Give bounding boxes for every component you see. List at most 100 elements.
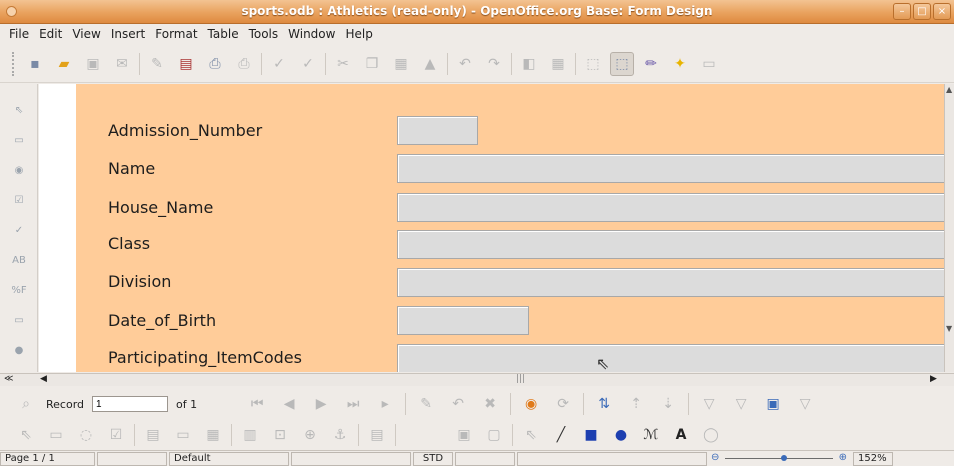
redo-icon[interactable]: ↷: [482, 52, 506, 76]
scroll-down-icon[interactable]: ▼: [946, 324, 952, 333]
data-sources-icon[interactable]: ▭: [697, 52, 721, 76]
scroll-right-icon[interactable]: ▶: [930, 374, 937, 384]
vertical-scrollbar[interactable]: ▲ ▼: [944, 84, 954, 372]
add-field-icon[interactable]: ▦: [201, 423, 225, 447]
check-mark-icon[interactable]: ✓: [8, 220, 30, 240]
previous-record-icon[interactable]: ◀: [277, 392, 301, 416]
email-icon[interactable]: ✉: [110, 52, 134, 76]
text-tool-icon[interactable]: A: [669, 423, 693, 447]
save-record-icon[interactable]: ✎: [414, 392, 438, 416]
edit-icon[interactable]: ✎: [145, 52, 169, 76]
sort-descending-icon[interactable]: ⇣: [656, 392, 680, 416]
checkbox-tool-icon[interactable]: ☑: [104, 423, 128, 447]
tab-order-icon[interactable]: ▥: [238, 423, 262, 447]
field-date-of-birth[interactable]: [397, 306, 529, 335]
menu-edit[interactable]: Edit: [34, 24, 67, 44]
option-button-icon[interactable]: ◉: [8, 160, 30, 180]
label-date-of-birth[interactable]: Date_of_Birth: [108, 311, 216, 330]
menu-tools[interactable]: Tools: [244, 24, 284, 44]
refresh-control-icon[interactable]: ⟳: [551, 392, 575, 416]
minimize-button[interactable]: –: [893, 3, 911, 20]
print-preview-icon[interactable]: ⎙: [232, 52, 256, 76]
push-button-icon[interactable]: ▭: [8, 130, 30, 150]
ellipse-tool-icon[interactable]: ●: [609, 423, 633, 447]
control-wizard-icon[interactable]: ⬚: [581, 52, 605, 76]
delete-record-icon[interactable]: ✖: [478, 392, 502, 416]
check-box-icon[interactable]: ☑: [8, 190, 30, 210]
rectangle-tool-icon[interactable]: ■: [579, 423, 603, 447]
autofilter-icon[interactable]: ▽: [697, 392, 721, 416]
apply-filter-icon[interactable]: ▽: [729, 392, 753, 416]
autospell-icon[interactable]: ✓: [296, 52, 320, 76]
horizontal-scrollbar[interactable]: ≪ ◀ ||| ▶: [0, 373, 954, 386]
label-name[interactable]: Name: [108, 159, 155, 178]
pointer-tool-icon[interactable]: ⇖: [519, 423, 543, 447]
new-icon[interactable]: ▪: [23, 52, 47, 76]
select-icon[interactable]: ⇖: [8, 100, 30, 120]
format-paintbrush-icon[interactable]: ▲: [418, 52, 442, 76]
label-house-name[interactable]: House_Name: [108, 198, 213, 217]
toolbar-grip[interactable]: [12, 51, 16, 76]
activation-order-icon[interactable]: ⊡: [268, 423, 292, 447]
status-mode[interactable]: STD: [413, 451, 453, 466]
select-tool-icon[interactable]: ⇖: [14, 423, 38, 447]
status-zoom[interactable]: 152%: [853, 451, 893, 466]
menu-help[interactable]: Help: [340, 24, 377, 44]
field-house-name[interactable]: [397, 193, 944, 222]
refresh-icon[interactable]: ◉: [519, 392, 543, 416]
menu-insert[interactable]: Insert: [106, 24, 150, 44]
scroll-up-icon[interactable]: ▲: [946, 85, 952, 94]
open-icon[interactable]: ▰: [52, 52, 76, 76]
spellcheck-icon[interactable]: ✓: [267, 52, 291, 76]
field-admission-number[interactable]: [397, 116, 478, 145]
field-division[interactable]: [397, 268, 944, 297]
sort-icon[interactable]: ⇅: [592, 392, 616, 416]
form-properties-icon[interactable]: ▤: [141, 423, 165, 447]
menu-table[interactable]: Table: [203, 24, 244, 44]
label-class[interactable]: Class: [108, 234, 150, 253]
paste-icon[interactable]: ▦: [389, 52, 413, 76]
undo-record-icon[interactable]: ↶: [446, 392, 470, 416]
menu-format[interactable]: Format: [150, 24, 202, 44]
option-tool-icon[interactable]: ◌: [74, 423, 98, 447]
snap-grid-icon[interactable]: ⊕: [298, 423, 322, 447]
button-icon[interactable]: ▭: [8, 310, 30, 330]
first-record-icon[interactable]: ⏮: [245, 392, 269, 416]
line-tool-icon[interactable]: ╱: [549, 423, 573, 447]
pdf-icon[interactable]: ▤: [174, 52, 198, 76]
cut-icon[interactable]: ✂: [331, 52, 355, 76]
navigator-icon[interactable]: ◧: [517, 52, 541, 76]
text-box-icon[interactable]: AB: [8, 250, 30, 270]
label-admission-number[interactable]: Admission_Number: [108, 121, 262, 140]
scroll-thumb-grip[interactable]: |||: [516, 374, 525, 384]
field-participating-itemcodes[interactable]: [397, 344, 944, 372]
next-record-icon[interactable]: ▶: [309, 392, 333, 416]
last-record-icon[interactable]: ⏭: [341, 392, 365, 416]
sort-ascending-icon[interactable]: ⇡: [624, 392, 648, 416]
zoom-thumb[interactable]: [781, 454, 787, 461]
undo-icon[interactable]: ↶: [453, 52, 477, 76]
collapse-icon[interactable]: ≪: [4, 374, 13, 384]
menu-view[interactable]: View: [67, 24, 105, 44]
anchor-icon[interactable]: ⚓: [328, 423, 352, 447]
freeform-tool-icon[interactable]: ℳ: [639, 423, 663, 447]
star-icon[interactable]: ✦: [668, 52, 692, 76]
form-area[interactable]: Admission_Number Name House_Name Class D…: [76, 84, 944, 372]
radio-icon[interactable]: ●: [8, 340, 30, 360]
menu-file[interactable]: File: [4, 24, 34, 44]
zoom-slider[interactable]: ⊖ ⊕: [709, 452, 849, 466]
send-back-icon[interactable]: ▢: [482, 423, 506, 447]
push-button-tool-icon[interactable]: ▭: [44, 423, 68, 447]
formatted-field-icon[interactable]: %F: [8, 280, 30, 300]
zoom-out-icon[interactable]: ⊖: [711, 452, 719, 463]
design-canvas[interactable]: Admission_Number Name House_Name Class D…: [39, 84, 944, 372]
zoom-in-icon[interactable]: ⊕: [839, 452, 847, 463]
print-icon[interactable]: ⎙: [203, 52, 227, 76]
menu-window[interactable]: Window: [283, 24, 340, 44]
record-number-input[interactable]: [92, 396, 169, 412]
field-name[interactable]: [397, 154, 944, 183]
new-record-icon[interactable]: ▸: [373, 392, 397, 416]
bring-front-icon[interactable]: ▣: [452, 423, 476, 447]
field-class[interactable]: [397, 230, 944, 259]
search-record-icon[interactable]: ⌕: [14, 392, 38, 416]
